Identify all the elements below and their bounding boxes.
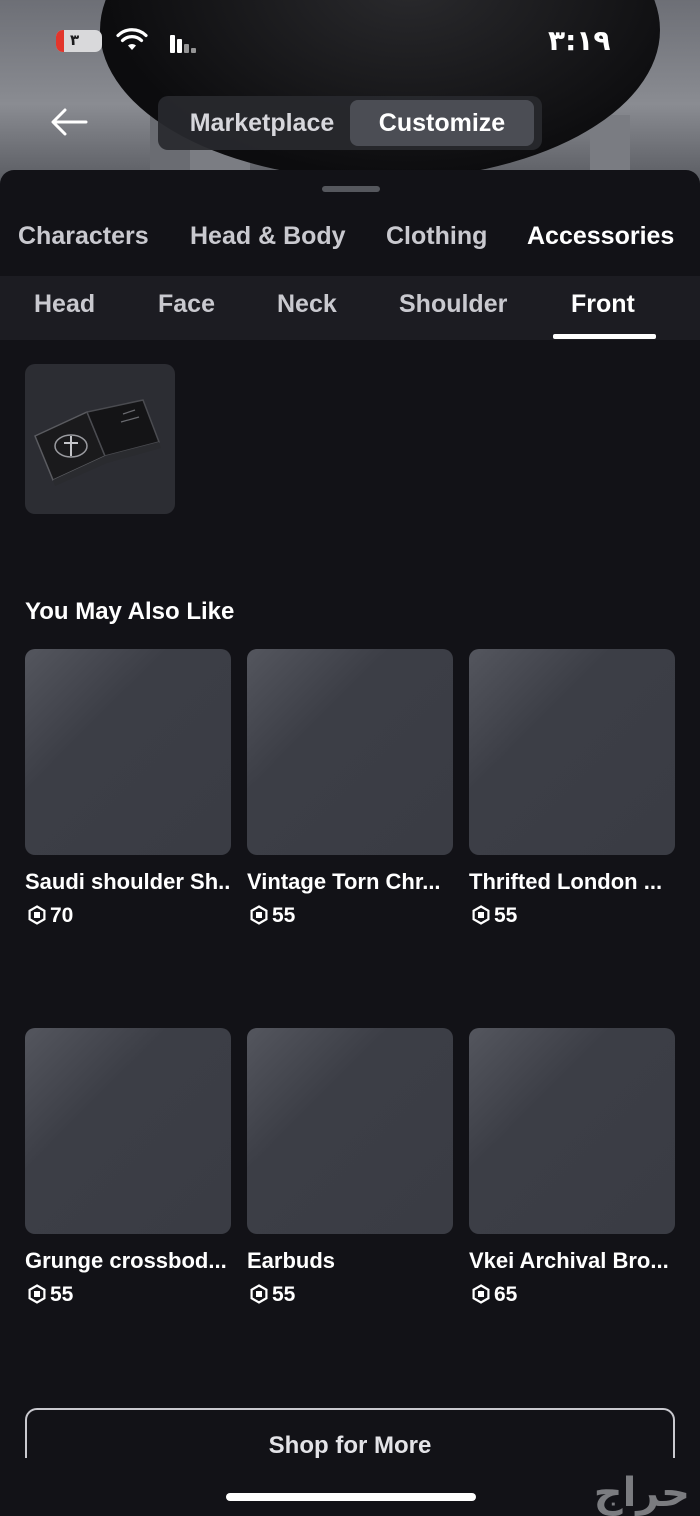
item-card[interactable]: Vkei Archival Bro... 65 xyxy=(469,1028,675,1308)
clock: ٣:١٩ xyxy=(548,24,611,57)
robux-icon xyxy=(28,905,46,925)
item-price: 55 xyxy=(469,903,675,929)
tab-clothing[interactable]: Clothing xyxy=(386,222,487,251)
tab-head-body[interactable]: Head & Body xyxy=(190,222,346,251)
segment-customize[interactable]: Customize xyxy=(350,100,534,146)
subtab-shoulder[interactable]: Shoulder xyxy=(399,290,507,319)
item-price: 70 xyxy=(25,903,231,929)
tab-accessories[interactable]: Accessories xyxy=(527,222,674,251)
price-value: 70 xyxy=(50,904,74,927)
battery-fill xyxy=(56,30,64,52)
item-card[interactable]: Earbuds 55 xyxy=(247,1028,453,1308)
section-title: You May Also Like xyxy=(25,598,235,625)
item-card[interactable]: Vintage Torn Chr... 55 xyxy=(247,649,453,929)
item-thumbnail xyxy=(25,649,231,855)
robux-icon xyxy=(472,905,490,925)
item-card[interactable]: Saudi shoulder Sh... 70 xyxy=(25,649,231,929)
item-name: Vkei Archival Bro... xyxy=(469,1248,669,1273)
arrow-left-icon xyxy=(51,108,88,136)
item-price: 55 xyxy=(247,1282,453,1308)
robux-icon xyxy=(250,1284,268,1304)
item-price: 55 xyxy=(247,903,453,929)
price-value: 55 xyxy=(272,904,296,927)
item-thumbnail xyxy=(247,1028,453,1234)
status-bar: ٣ ٣:١٩ xyxy=(0,0,700,86)
home-indicator[interactable] xyxy=(226,1493,476,1501)
robux-icon xyxy=(28,1284,46,1304)
subtab-face[interactable]: Face xyxy=(158,290,215,319)
item-price: 65 xyxy=(469,1282,675,1308)
subtab-head[interactable]: Head xyxy=(34,290,95,319)
book-accessory-thumbnail xyxy=(34,399,161,486)
item-name: Saudi shoulder Sh... xyxy=(25,869,231,894)
price-value: 55 xyxy=(50,1283,74,1306)
item-thumbnail xyxy=(25,1028,231,1234)
item-name: Earbuds xyxy=(247,1248,336,1273)
price-value: 55 xyxy=(494,904,518,927)
watermark-logo: حراج xyxy=(593,1470,690,1516)
price-value: 65 xyxy=(494,1283,518,1306)
item-thumbnail xyxy=(469,649,675,855)
tab-characters[interactable]: Characters xyxy=(18,222,149,251)
item-thumbnail xyxy=(247,649,453,855)
robux-icon xyxy=(250,905,268,925)
segment-marketplace[interactable]: Marketplace xyxy=(166,100,358,146)
price-value: 55 xyxy=(272,1283,296,1306)
item-price: 55 xyxy=(25,1282,231,1308)
subcategory-tabs: Head Face Neck Shoulder Front xyxy=(0,276,700,340)
subtab-front[interactable]: Front xyxy=(571,290,635,319)
item-name: Grunge crossbod... xyxy=(25,1248,227,1273)
subtab-neck[interactable]: Neck xyxy=(277,290,337,319)
item-card[interactable]: Grunge crossbod... 55 xyxy=(25,1028,231,1308)
battery-level: ٣ xyxy=(70,31,80,49)
category-tabs: Characters Head & Body Clothing Accessor… xyxy=(0,210,700,276)
back-button[interactable] xyxy=(48,105,90,139)
wifi-icon xyxy=(116,28,148,50)
cellular-signal-icon xyxy=(170,35,198,53)
battery-icon: ٣ xyxy=(56,30,102,52)
item-name: Thrifted London ... xyxy=(469,869,663,894)
sheet-drag-handle[interactable] xyxy=(322,186,380,192)
customize-sheet: Characters Head & Body Clothing Accessor… xyxy=(0,170,700,1514)
item-thumbnail xyxy=(469,1028,675,1234)
owned-item-tile[interactable] xyxy=(25,364,175,514)
item-card[interactable]: Thrifted London ... 55 xyxy=(469,649,675,929)
robux-icon xyxy=(472,1284,490,1304)
mode-segmented-control: Marketplace Customize xyxy=(158,96,542,150)
item-name: Vintage Torn Chr... xyxy=(247,869,441,894)
active-tab-indicator xyxy=(553,334,656,339)
